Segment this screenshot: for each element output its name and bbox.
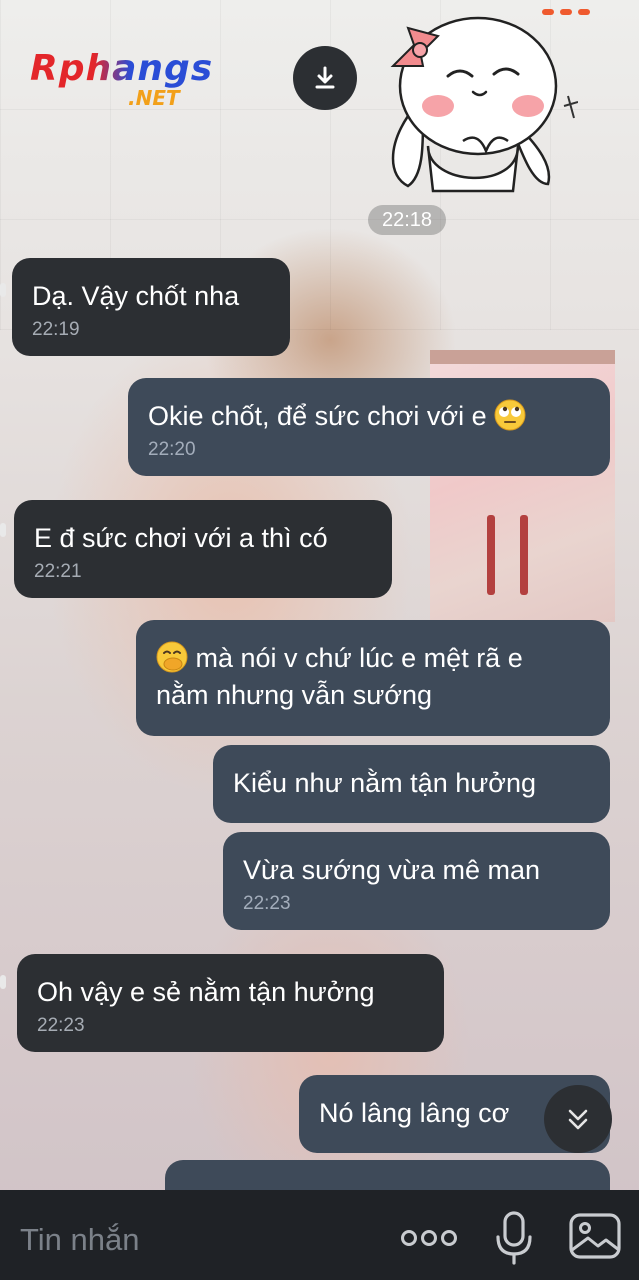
- message-bubble-incoming[interactable]: E đ sức chơi với a thì có 22:21: [14, 500, 392, 598]
- message-text: nằm nhưng vẫn sướng: [156, 680, 433, 710]
- face-hand-over-mouth-icon: [156, 641, 188, 673]
- sender-avatar: [0, 283, 6, 297]
- message-bubble-outgoing[interactable]: mà nói v chứ lúc e mệt rã e nằm nhưng vẫ…: [136, 620, 610, 736]
- message-text-row: Okie chốt, để sức chơi với e: [148, 398, 590, 435]
- message-bubble-outgoing[interactable]: Okie chốt, để sức chơi với e 22:20: [128, 378, 610, 476]
- message-time: 22:20: [148, 439, 196, 460]
- background-hook: [520, 515, 528, 595]
- message-text: E đ sức chơi với a thì có: [34, 523, 328, 553]
- image-icon[interactable]: [568, 1212, 622, 1260]
- face-rolling-eyes-icon: [494, 399, 526, 431]
- date-separator: 22:18: [368, 205, 446, 235]
- download-button[interactable]: [293, 46, 357, 110]
- message-time: 22:23: [243, 893, 291, 914]
- double-chevron-down-icon: [568, 1109, 588, 1130]
- message-input[interactable]: Tin nhắn: [20, 1218, 380, 1262]
- watermark-text: Rphangs: [30, 48, 214, 89]
- message-time: 22:23: [37, 1015, 85, 1036]
- message-bubble-outgoing[interactable]: Vừa sướng vừa mê man 22:23: [223, 832, 610, 930]
- message-text: Kiểu như nằm tận hưởng: [233, 768, 537, 798]
- message-text: Dạ. Vậy chốt nha: [32, 281, 240, 311]
- bunny-sticker[interactable]: [368, 6, 578, 196]
- message-text: Vừa sướng vừa mê man: [243, 855, 541, 885]
- message-text-row: mà nói v chứ lúc e mệt rã e: [156, 640, 590, 677]
- microphone-icon[interactable]: [494, 1210, 534, 1266]
- message-text: Oh vậy e sẻ nằm tận hưởng: [37, 977, 375, 1007]
- background-hook: [487, 515, 495, 595]
- watermark-suffix: .NET: [128, 86, 180, 110]
- message-bubble-incoming[interactable]: Dạ. Vậy chốt nha 22:19: [12, 258, 290, 356]
- message-time: 22:19: [32, 319, 80, 340]
- message-text: Okie chốt, để sức chơi với e: [148, 401, 487, 431]
- message-bubble-outgoing[interactable]: Kiểu như nằm tận hưởng: [213, 745, 610, 823]
- watermark-logo: Rphangs .NET: [30, 48, 230, 118]
- scroll-down-button[interactable]: [544, 1085, 612, 1153]
- message-time: 22:21: [34, 561, 82, 582]
- message-text: mà nói v chứ lúc e mệt rã e: [195, 643, 523, 673]
- more-icon[interactable]: [400, 1225, 458, 1251]
- message-bubble-incoming[interactable]: Oh vậy e sẻ nằm tận hưởng 22:23: [17, 954, 444, 1052]
- sender-avatar: [0, 523, 6, 537]
- download-icon: [315, 66, 335, 89]
- sender-avatar: [0, 975, 6, 989]
